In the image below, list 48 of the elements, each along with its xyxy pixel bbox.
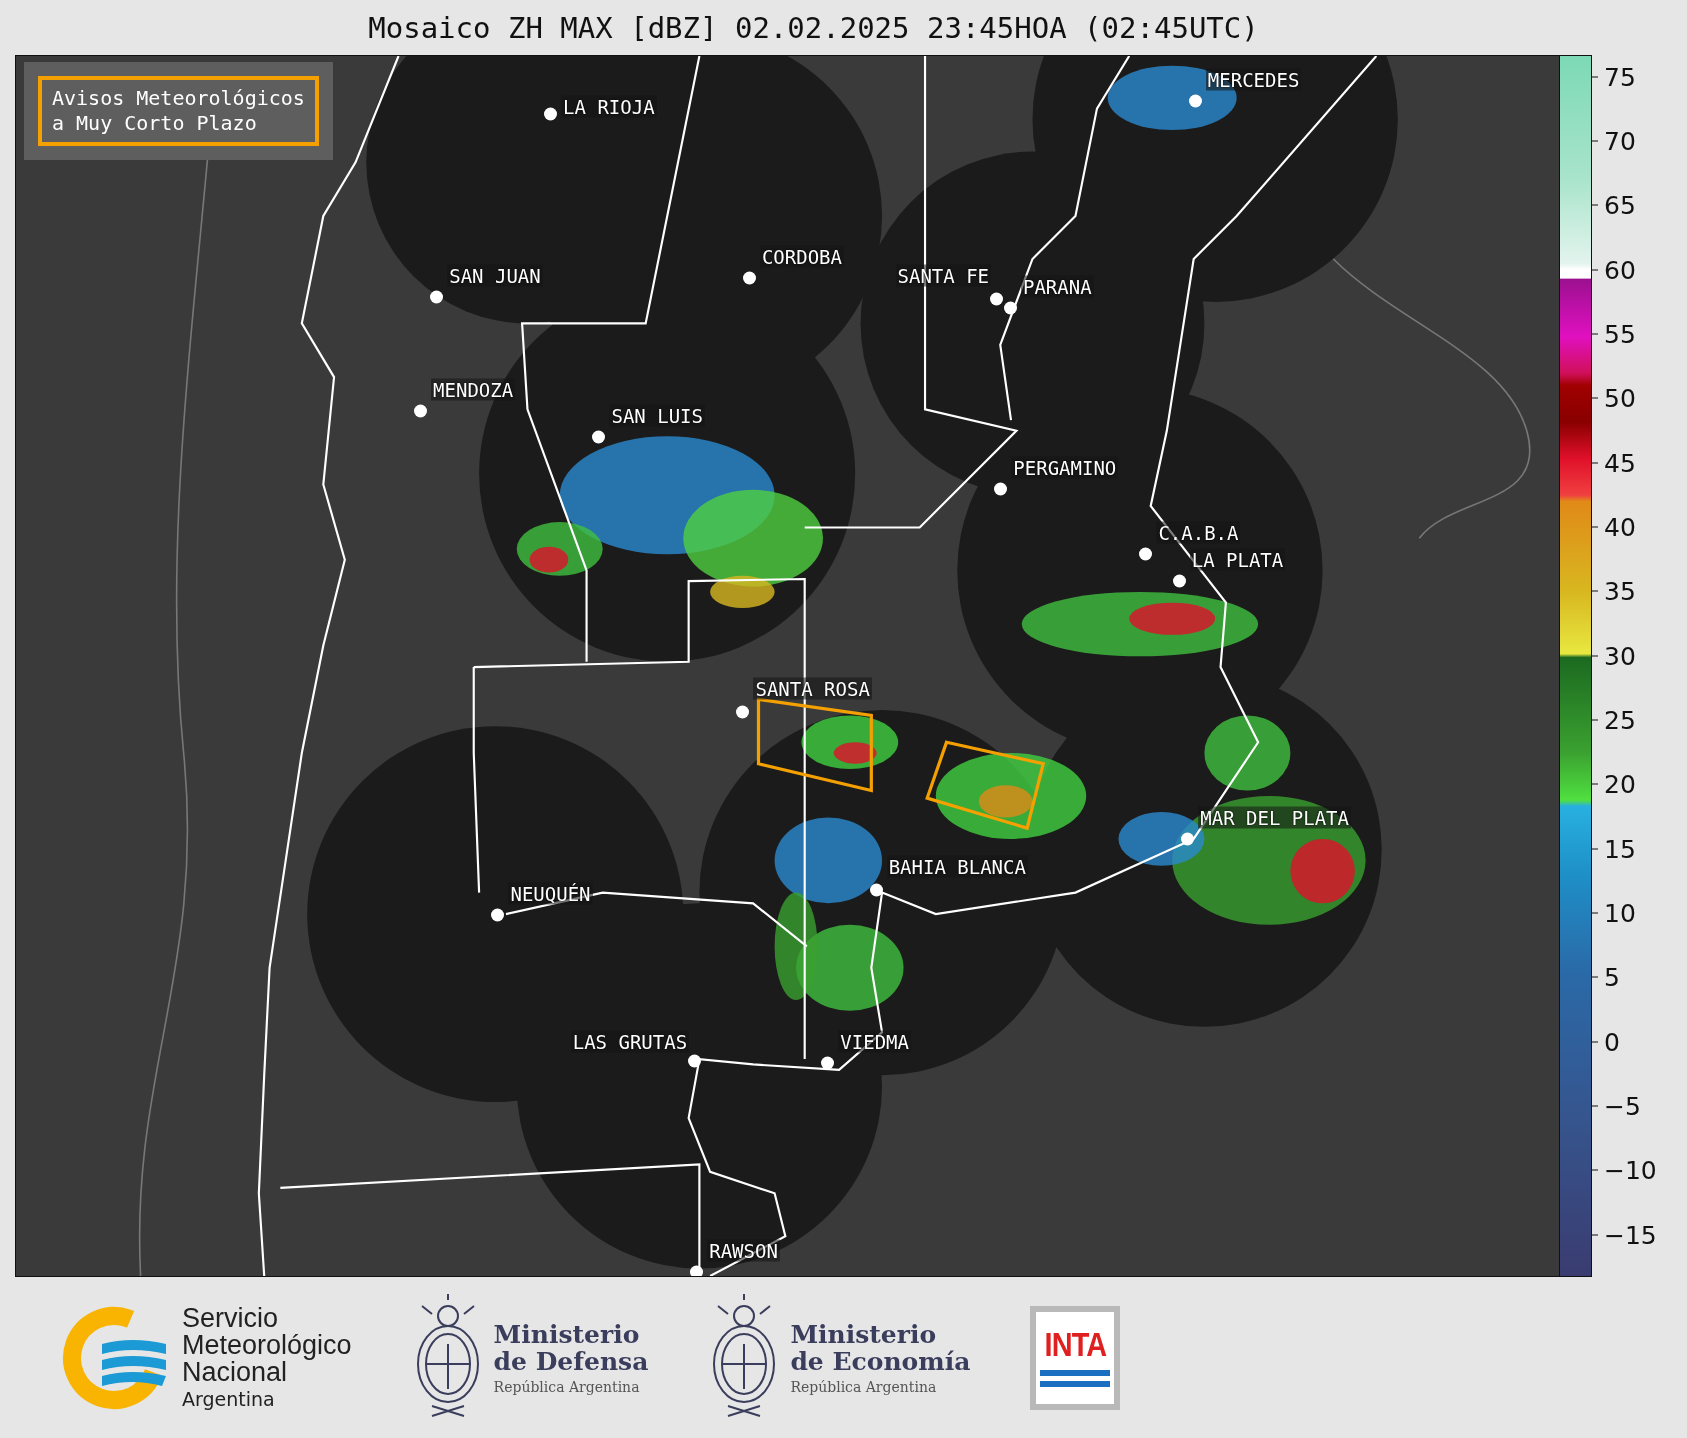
city-label: LA RIOJA <box>561 95 657 118</box>
city-label: LAS GRUTAS <box>570 1030 690 1053</box>
colorbar-tick-label: 60 <box>1604 255 1636 285</box>
city-label: PERGAMINO <box>1011 456 1119 479</box>
city-label: LA PLATA <box>1189 548 1286 571</box>
country-name: República Argentina <box>790 1378 938 1395</box>
colorbar-tick-label: 70 <box>1604 126 1636 156</box>
city-label: BAHIA BLANCA <box>886 855 1028 878</box>
city-label: MENDOZA <box>431 378 516 401</box>
city-label: C.A.B.A <box>1156 521 1241 544</box>
city-label: SANTA FE <box>895 264 991 287</box>
city-label: PARANA <box>1021 275 1094 298</box>
country-name: Argentina <box>182 1388 276 1410</box>
city-label: CORDOBA <box>759 245 844 268</box>
colorbar-tick-label: 75 <box>1604 62 1636 92</box>
city-label: RAWSON <box>707 1239 780 1262</box>
city-marker <box>690 1265 704 1276</box>
colorbar-tick-label: 20 <box>1604 769 1636 799</box>
city-label: MAR DEL PLATA <box>1198 806 1351 829</box>
colorbar-tick-label: 55 <box>1604 319 1636 349</box>
city-label: SAN LUIS <box>609 404 705 427</box>
colorbar-tick-label: 50 <box>1604 383 1636 413</box>
chart-title: Mosaico ZH MAX [dBZ] 02.02.2025 23:45HOA (02:45UTC) <box>368 10 1260 45</box>
city-label: SANTA ROSA <box>753 677 872 700</box>
colorbar-tick-label: 30 <box>1604 641 1636 671</box>
colorbar-tick-label: −10 <box>1604 1155 1657 1185</box>
colorbar-tick-label: 25 <box>1604 705 1636 735</box>
colorbar-tick-label: −5 <box>1604 1091 1641 1121</box>
country-name: República Argentina <box>493 1378 641 1395</box>
colorbar-tick-label: 5 <box>1604 962 1620 992</box>
inta-wordmark: INTA <box>1044 1325 1107 1364</box>
ministry-name: Ministerio de Defensa <box>493 1320 649 1376</box>
ministry-name: Ministerio de Economía <box>790 1320 971 1376</box>
colorbar-tick-label: 65 <box>1604 191 1636 220</box>
city-label: MERCEDES <box>1205 68 1302 91</box>
colorbar-tick-label: 40 <box>1604 512 1636 542</box>
city-label: VIEDMA <box>838 1030 911 1053</box>
colorbar-tick-label: 10 <box>1604 898 1636 928</box>
colorbar-tick-label: 45 <box>1604 448 1636 478</box>
colorbar-tick-label: 0 <box>1604 1027 1620 1057</box>
city-label: NEUQUÉN <box>508 882 593 905</box>
organization-name: Servicio Meteorológico Nacional <box>182 1305 352 1386</box>
legend-text: Avisos Meteorológicos a Muy Corto Plazo <box>38 76 319 146</box>
colorbar-tick-label: 15 <box>1604 834 1636 864</box>
colorbar-tick-label: 35 <box>1604 576 1636 606</box>
city-label: SAN JUAN <box>447 264 543 287</box>
colorbar-tick-label: −15 <box>1604 1220 1657 1250</box>
stripes-icon <box>1040 1368 1111 1390</box>
